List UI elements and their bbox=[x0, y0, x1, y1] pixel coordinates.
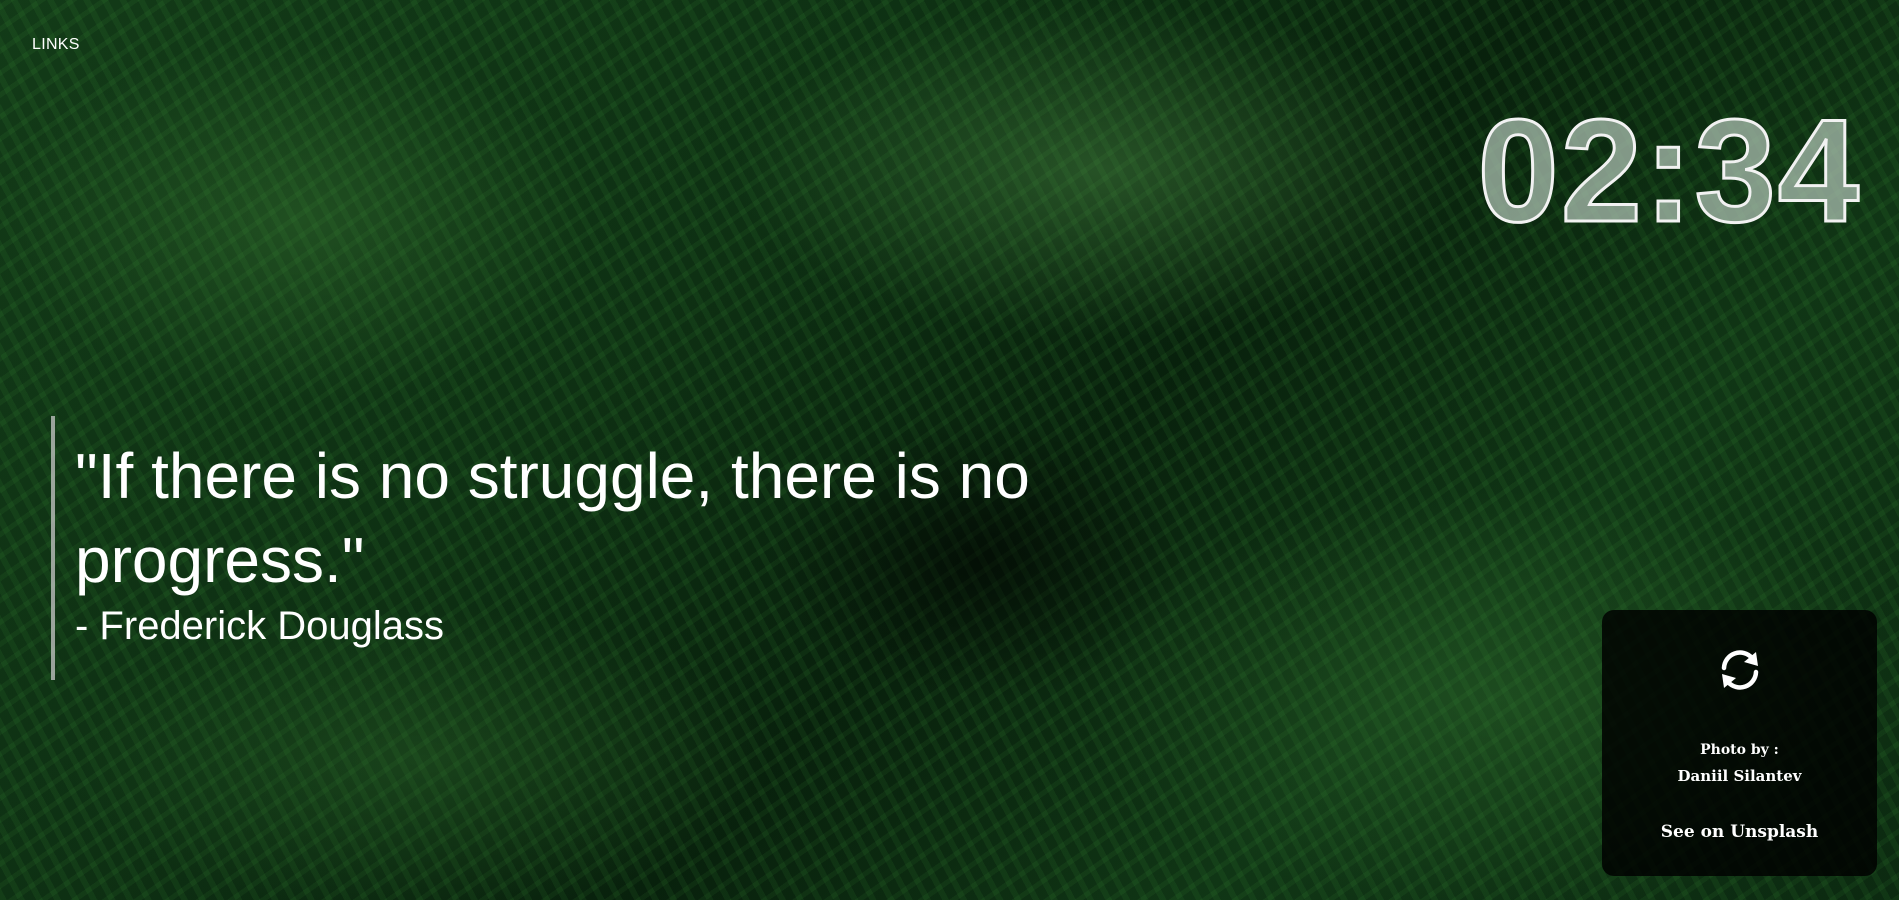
new-tab-page: LINKS 02:34 "If there is no struggle, th… bbox=[0, 0, 1899, 900]
quote-author: - Frederick Douglass bbox=[75, 604, 445, 648]
clock: 02:34 bbox=[1476, 89, 1861, 252]
links-menu[interactable]: LINKS bbox=[32, 36, 80, 54]
refresh-icon[interactable] bbox=[1714, 644, 1766, 696]
photo-by-label: Photo by : bbox=[1700, 742, 1779, 758]
photographer-name[interactable]: Daniil Silantev bbox=[1602, 767, 1877, 785]
quote-block: "If there is no struggle, there is no pr… bbox=[51, 416, 1171, 680]
photo-credit-card: Photo by : Daniil Silantev See on Unspla… bbox=[1602, 610, 1877, 876]
see-on-unsplash-link[interactable]: See on Unsplash bbox=[1602, 822, 1877, 842]
quote-text: "If there is no struggle, there is no pr… bbox=[75, 440, 1030, 596]
